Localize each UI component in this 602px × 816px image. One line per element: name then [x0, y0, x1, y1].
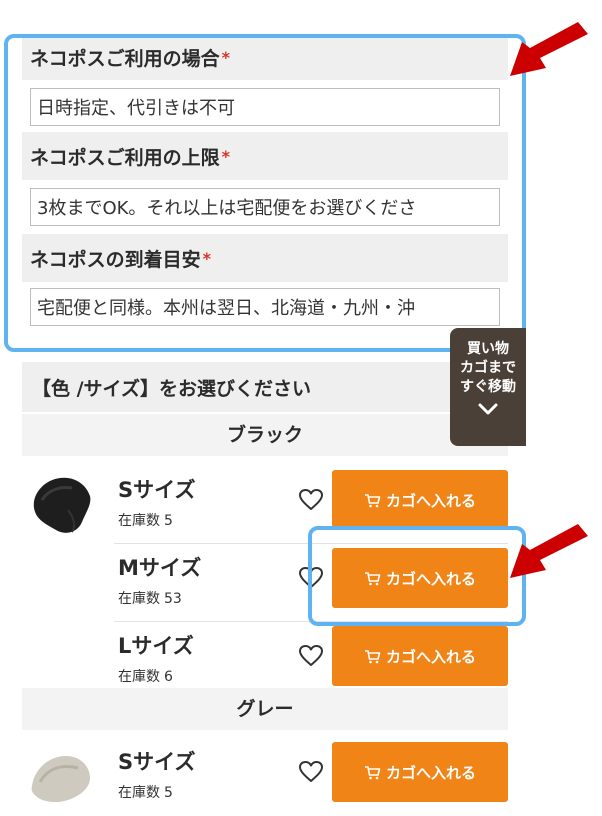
cart-icon [364, 571, 381, 585]
field-input-text: 3枚までOK。それ以上は宅配便をお選びくださ [37, 198, 417, 219]
size-label: Sサイズ [118, 750, 196, 774]
add-to-cart-button[interactable]: カゴへ入れる [332, 742, 508, 802]
field-label-nekopos-limit: ネコポスご利用の上限 * [22, 132, 508, 180]
field-label-nekopos-usage: ネコポスご利用の場合 * [22, 34, 508, 80]
color-group-heading-black: ブラック [22, 414, 508, 456]
cart-icon [364, 765, 381, 779]
black-beanie-thumbnail [33, 477, 91, 533]
variant-row-gray-s: Sサイズ 在庫数 5 カゴへ入れる [22, 736, 508, 816]
field-label-text: ネコポスご利用の上限 [30, 146, 220, 169]
stock-count: 5 [164, 785, 173, 801]
stock-count: 5 [164, 513, 173, 529]
add-to-cart-button[interactable]: カゴへ入れる [332, 626, 508, 686]
field-label-nekopos-arrival: ネコポスの到着目安 * [22, 234, 508, 282]
cart-icon [364, 493, 381, 507]
add-to-cart-label: カゴへ入れる [385, 569, 476, 588]
add-to-cart-button[interactable]: カゴへ入れる [332, 470, 508, 530]
stock-label: 在庫数 [118, 785, 160, 801]
required-mark: * [202, 248, 211, 268]
add-to-cart-label: カゴへ入れる [385, 491, 476, 510]
size-label: Lサイズ [118, 634, 194, 658]
field-input-text: 宅配便と同様。本州は翌日、北海道・九州・沖 [37, 298, 415, 319]
required-mark: * [221, 47, 230, 67]
floating-cart-line3: すぐ移動 [460, 379, 516, 395]
stock-count: 6 [164, 669, 173, 685]
chevron-down-icon [478, 403, 498, 415]
red-arrow-bottom [510, 524, 588, 578]
add-to-cart-label: カゴへ入れる [385, 647, 476, 666]
field-input-nekopos-usage[interactable]: 日時指定、代引きは不可 [30, 88, 500, 126]
cart-icon [364, 649, 381, 663]
floating-go-to-cart-button[interactable]: 買い物 カゴまで すぐ移動 [450, 328, 526, 446]
field-label-text: ネコポスの到着目安 [30, 248, 201, 271]
add-to-cart-button[interactable]: カゴへ入れる [332, 548, 508, 608]
heart-icon[interactable] [298, 488, 324, 512]
field-input-text: 日時指定、代引きは不可 [37, 98, 235, 119]
red-arrow-top [510, 22, 588, 76]
stock-count: 53 [164, 591, 182, 607]
stock-label: 在庫数 [118, 591, 160, 607]
size-label: Mサイズ [118, 556, 202, 580]
stock-label: 在庫数 [118, 669, 160, 685]
size-label: Sサイズ [118, 478, 196, 502]
stock-info: 在庫数 5 [118, 782, 173, 802]
heart-icon[interactable] [298, 566, 324, 590]
stock-label: 在庫数 [118, 513, 160, 529]
stock-info: 在庫数 5 [118, 510, 173, 530]
field-label-text: ネコポスご利用の場合 [30, 47, 220, 70]
color-size-selection-heading: 【色 /サイズ】をお選びください [22, 362, 508, 412]
heart-icon[interactable] [298, 644, 324, 668]
heart-icon[interactable] [298, 760, 324, 784]
field-input-nekopos-arrival[interactable]: 宅配便と同様。本州は翌日、北海道・九州・沖 [30, 288, 500, 326]
variant-row-black-m: Mサイズ 在庫数 53 カゴへ入れる [22, 542, 508, 622]
color-name: グレー [236, 698, 294, 720]
color-group-heading-gray: グレー [22, 688, 508, 730]
gray-beanie-thumbnail [31, 756, 90, 803]
required-mark: * [221, 146, 230, 166]
stock-info: 在庫数 53 [118, 588, 182, 608]
stock-info: 在庫数 6 [118, 666, 173, 686]
selection-heading-text: 【色 /サイズ】をお選びください [32, 377, 311, 400]
variant-row-black-s: Sサイズ 在庫数 5 カゴへ入れる [22, 464, 508, 544]
floating-cart-line1: 買い物 [467, 341, 509, 357]
color-name: ブラック [226, 424, 303, 446]
field-input-nekopos-limit[interactable]: 3枚までOK。それ以上は宅配便をお選びくださ [30, 188, 500, 226]
add-to-cart-label: カゴへ入れる [385, 763, 476, 782]
floating-cart-line2: カゴまで [460, 360, 516, 376]
